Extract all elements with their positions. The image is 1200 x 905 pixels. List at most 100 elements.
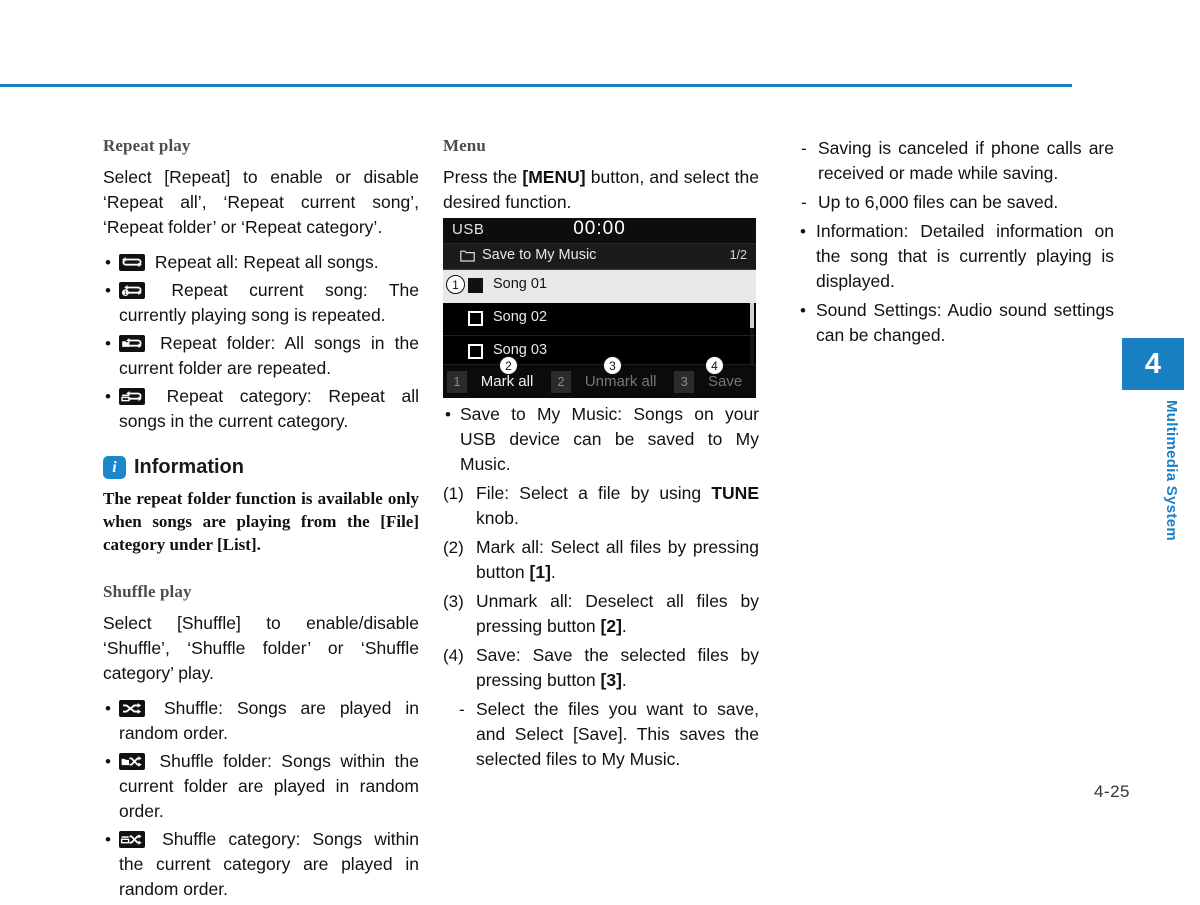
list-item: • Shuffle category: Songs within the cur… [103,827,419,902]
bullet-marker: • [445,405,451,424]
list-item-label: Repeat category: Repeat all songs in the… [119,386,419,431]
column-left: Repeat play Select [Repeat] to enable or… [103,136,419,905]
step-number: (3) [443,592,464,611]
dash-marker: - [801,193,807,212]
list-item-label: Song 02 [493,309,548,325]
step-text-pre: Mark all: Select all files by pressing b… [476,537,759,582]
bullet-marker: • [105,752,111,771]
menu-functions-list: - Saving is canceled if phone calls are … [798,136,1114,348]
step-number: (1) [443,484,464,503]
list-item: • 1 Repeat current song: The currently p… [103,278,419,328]
numeric-key-3[interactable]: 3 [674,370,695,393]
device-screen-title: Save to My Music [482,247,597,263]
step-token: TUNE [711,483,759,503]
header-rule [0,84,1072,87]
list-item-label: Shuffle folder: Songs within the current… [119,751,419,821]
information-title: Information [134,456,244,478]
checkbox-checked[interactable] [468,278,483,293]
list-item: • Shuffle: Songs are played in random or… [103,696,419,746]
callout-2: 2 [499,356,518,375]
column-middle: Menu Press the [MENU] button, and select… [443,136,759,225]
shuffle-folder-icon [119,753,145,770]
step-text-post: . [550,562,556,582]
column-right: - Saving is canceled if phone calls are … [798,136,1114,352]
step-token: [2] [600,616,622,636]
unmark-all-button[interactable]: Unmark all [571,373,670,390]
shuffle-play-intro: Select [Shuffle] to enable/disable ‘Shuf… [103,613,419,683]
page-number: 4-25 [1093,782,1130,801]
menu-button-token: [MENU] [522,167,586,187]
callout-4: 4 [705,356,724,375]
information-body: The repeat folder function is available … [103,489,419,554]
list-item-label: Repeat all: Repeat all songs. [154,252,379,272]
chapter-tab: 4 [1122,338,1184,390]
list-item: - Select the files you want to save, and… [443,697,759,772]
save-button[interactable]: Save [694,373,756,390]
repeat-one-icon: 1 [119,282,145,299]
list-item: • Sound Settings: Audio sound settings c… [798,298,1114,348]
device-file-list[interactable]: Song 01 Song 02 Song 03 [443,270,756,369]
list-item: (2) Mark all: Select all files by pressi… [443,535,759,585]
list-item: • Information: Detailed information on t… [798,219,1114,294]
repeat-mode-list: • Repeat all: Repeat all songs. • 1 Repe… [103,250,419,434]
step-token: [3] [600,670,622,690]
bullet-marker: • [800,301,806,320]
repeat-category-icon [119,388,145,405]
list-item[interactable]: Song 02 [443,303,756,336]
list-item-label: Save to My Music: Songs on your USB devi… [460,404,759,474]
bullet-marker: • [800,222,806,241]
device-status-bar: USB 00:00 [443,218,756,244]
step-number: (4) [443,646,464,665]
step-text-post: . [621,670,627,690]
list-item-label: Select the files you want to save, and S… [476,699,759,769]
list-item-label: Repeat folder: All songs in the current … [119,333,419,378]
checkbox-unchecked[interactable] [468,311,483,326]
list-item: (4) Save: Save the selected files by pre… [443,643,759,693]
menu-intro: Press the [MENU] button, and select the … [443,165,759,215]
device-page-indicator: 1/2 [729,248,747,262]
numeric-key-2[interactable]: 2 [551,370,572,393]
bullet-marker: • [105,334,111,353]
bullet-marker: • [105,281,111,300]
list-item: • Repeat all: Repeat all songs. [103,250,419,275]
chapter-label: Multimedia System [1163,400,1180,541]
shuffle-icon [119,700,145,717]
shuffle-play-heading: Shuffle play [103,582,192,601]
list-item-label: Song 01 [493,276,548,292]
list-item-label: Song 03 [493,342,548,358]
checkbox-unchecked[interactable] [468,344,483,359]
list-item-label: Saving is canceled if phone calls are re… [818,138,1114,183]
repeat-all-icon [119,254,145,271]
list-item-label: Sound Settings: Audio sound settings can… [816,300,1114,345]
bullet-marker: • [105,830,111,849]
folder-icon [460,250,475,262]
list-item-label: Information: Detailed information on the… [816,221,1114,291]
list-item-label: Shuffle category: Songs within the curre… [119,829,419,899]
chapter-number: 4 [1144,347,1162,380]
list-item[interactable]: Song 01 [443,270,756,303]
list-item-label: Shuffle: Songs are played in random orde… [119,698,419,743]
list-item-label: Up to 6,000 files can be saved. [818,192,1059,212]
step-number: (2) [443,538,464,557]
repeat-folder-icon [119,335,145,352]
info-icon: i [103,456,126,479]
callout-1: 1 [446,275,465,294]
list-item: • Save to My Music: Songs on your USB de… [443,402,759,477]
step-text-post: knob. [476,508,519,528]
information-box-header: i Information [103,456,419,479]
shuffle-mode-list: • Shuffle: Songs are played in random or… [103,696,419,902]
dash-marker: - [459,700,465,719]
repeat-play-intro: Select [Repeat] to enable or disable ‘Re… [103,167,419,237]
numbered-steps-list: (1) File: Select a file by using TUNE kn… [443,481,759,772]
step-text-post: . [621,616,627,636]
column-middle-notes: • Save to My Music: Songs on your USB de… [443,402,759,776]
list-item: • Repeat folder: All songs in the curren… [103,331,419,381]
mark-all-button[interactable]: Mark all [467,373,547,390]
device-screen-title-bar: Save to My Music 1/2 [443,244,756,270]
numeric-key-1[interactable]: 1 [447,370,467,393]
list-item: - Up to 6,000 files can be saved. [798,190,1114,215]
list-item-label: Repeat current song: The currently playi… [119,280,419,325]
shuffle-category-icon [119,831,145,848]
bullet-marker: • [105,387,111,406]
list-item: • Repeat category: Repeat all songs in t… [103,384,419,434]
